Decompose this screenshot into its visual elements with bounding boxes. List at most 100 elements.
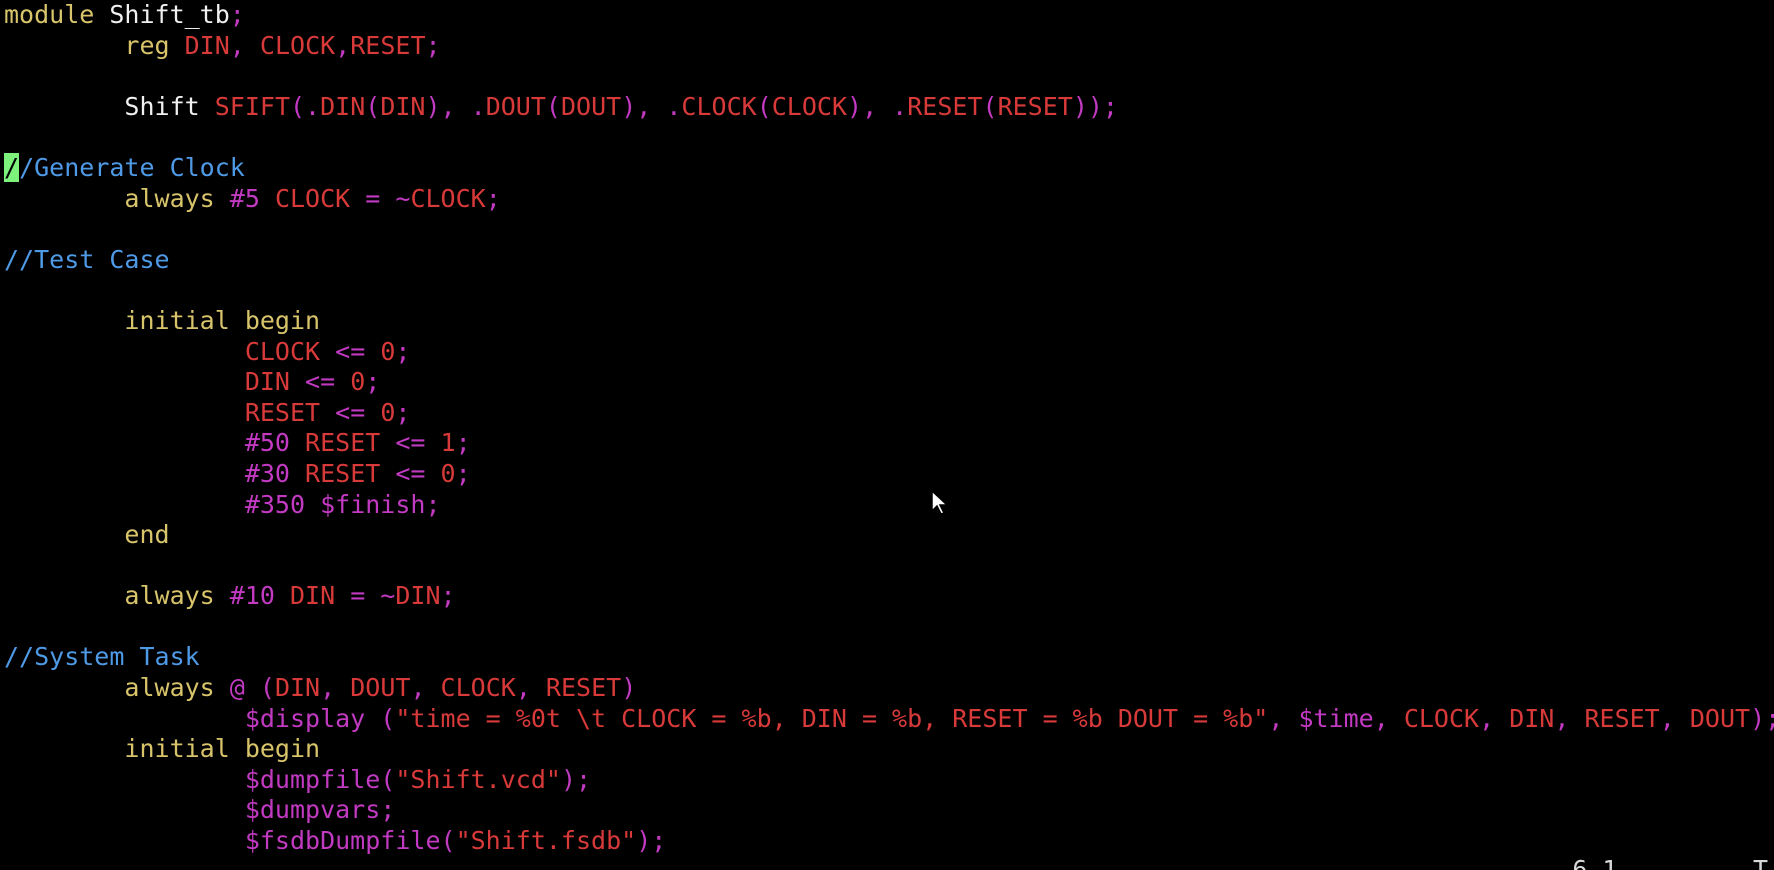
code-lines[interactable]: module Shift_tb; reg DIN, CLOCK,RESET; S… <box>0 0 1774 857</box>
code-token: module <box>4 0 95 29</box>
code-token: , <box>1659 703 1690 733</box>
code-token: , <box>229 30 245 60</box>
code-token: CLOCK <box>681 91 757 121</box>
code-token: #350 <box>244 489 321 519</box>
code-line[interactable]: RESET <= 0; <box>0 398 1774 429</box>
code-token: ; <box>455 458 471 488</box>
code-token: /Generate Clock <box>19 152 245 182</box>
code-token: initial <box>124 305 230 335</box>
code-token: DOUT <box>485 91 546 121</box>
code-line[interactable]: end <box>0 520 1774 551</box>
code-token: 0 <box>380 336 396 366</box>
code-token: <= <box>320 397 381 427</box>
code-token: $finish <box>320 489 426 519</box>
code-token: ), . <box>847 91 908 121</box>
code-token: "Shift.vcd" <box>395 764 561 794</box>
code-token: RESET <box>997 91 1073 121</box>
code-line[interactable]: module Shift_tb; <box>0 0 1774 31</box>
code-line[interactable]: #350 $finish; <box>0 490 1774 521</box>
code-token: DOUT <box>1689 703 1751 733</box>
code-line[interactable]: $display ("time = %0t \t CLOCK = %b, DIN… <box>0 704 1774 735</box>
code-editor[interactable]: module Shift_tb; reg DIN, CLOCK,RESET; S… <box>0 0 1774 870</box>
code-token: = ~ <box>350 183 411 213</box>
code-line[interactable]: DIN <= 0; <box>0 367 1774 398</box>
code-line[interactable]: $dumpvars; <box>0 795 1774 826</box>
code-token: ); <box>1750 703 1774 733</box>
code-token: ; <box>440 581 456 611</box>
code-line[interactable]: initial begin <box>0 306 1774 337</box>
code-line[interactable] <box>0 214 1774 245</box>
code-token: ), . <box>425 91 486 121</box>
code-line[interactable] <box>0 612 1774 643</box>
code-token: $fsdbDumpfile <box>244 826 441 856</box>
code-token: CLOCK <box>274 183 351 213</box>
code-line[interactable]: //System Task <box>0 642 1774 673</box>
code-token: CLOCK <box>244 336 321 366</box>
code-line[interactable]: //Test Case <box>0 245 1774 276</box>
code-token: )); <box>1072 91 1118 121</box>
code-token: 0 <box>440 458 456 488</box>
code-token: $display <box>244 703 366 733</box>
code-token: ) <box>621 673 637 703</box>
code-line[interactable]: $dumpfile("Shift.vcd"); <box>0 765 1774 796</box>
code-token: "Shift.fsdb" <box>455 826 637 856</box>
code-token: 1 <box>440 428 456 458</box>
code-line[interactable]: CLOCK <= 0; <box>0 337 1774 368</box>
code-token: always <box>124 183 215 213</box>
code-token: ; <box>229 0 245 29</box>
code-line[interactable]: always #10 DIN = ~DIN; <box>0 581 1774 612</box>
code-token: ( <box>365 703 396 733</box>
code-token: ( <box>756 91 772 121</box>
code-token: DIN <box>1509 703 1555 733</box>
code-line[interactable]: #30 RESET <= 0; <box>0 459 1774 490</box>
code-token: end <box>124 520 170 550</box>
code-token: ); <box>560 764 592 794</box>
code-token: RESET <box>350 30 426 60</box>
code-line[interactable]: initial begin <box>0 734 1774 765</box>
code-token: ), . <box>621 91 682 121</box>
code-token: always <box>124 581 215 611</box>
code-line[interactable]: always @ (DIN, DOUT, CLOCK, RESET) <box>0 673 1774 704</box>
code-token: , <box>1373 703 1404 733</box>
text-cursor: / <box>4 152 20 182</box>
code-line[interactable] <box>0 551 1774 582</box>
code-line[interactable]: $fsdbDumpfile("Shift.fsdb"); <box>0 826 1774 857</box>
code-line[interactable]: always #5 CLOCK = ~CLOCK; <box>0 184 1774 215</box>
code-token: #50 <box>244 428 306 458</box>
code-token: RESET <box>907 91 983 121</box>
code-token: DIN <box>395 581 441 611</box>
code-token: DOUT <box>350 673 411 703</box>
code-token: , <box>515 673 546 703</box>
code-token: ); <box>636 826 667 856</box>
code-line[interactable] <box>0 275 1774 306</box>
code-token: ; <box>485 183 501 213</box>
code-token: ( <box>380 764 396 794</box>
code-token: $time <box>1298 703 1374 733</box>
code-line[interactable]: reg DIN, CLOCK,RESET; <box>0 31 1774 62</box>
code-line[interactable] <box>0 61 1774 92</box>
code-token: , <box>1268 703 1299 733</box>
code-token: , <box>1554 703 1585 733</box>
code-line[interactable] <box>0 122 1774 153</box>
code-token: ( <box>982 91 998 121</box>
code-token: CLOCK <box>440 673 516 703</box>
code-token: Shift <box>124 91 215 121</box>
code-token: RESET <box>244 397 321 427</box>
status-ruler: 6,1 T <box>1572 855 1768 870</box>
code-token: ; <box>365 367 381 397</box>
code-line[interactable]: Shift SFIFT(.DIN(DIN), .DOUT(DOUT), .CLO… <box>0 92 1774 123</box>
code-token: (. <box>290 91 321 121</box>
code-line[interactable]: //Generate Clock <box>0 152 1774 184</box>
code-token: DIN <box>380 91 426 121</box>
code-line[interactable]: #50 RESET <= 1; <box>0 428 1774 459</box>
